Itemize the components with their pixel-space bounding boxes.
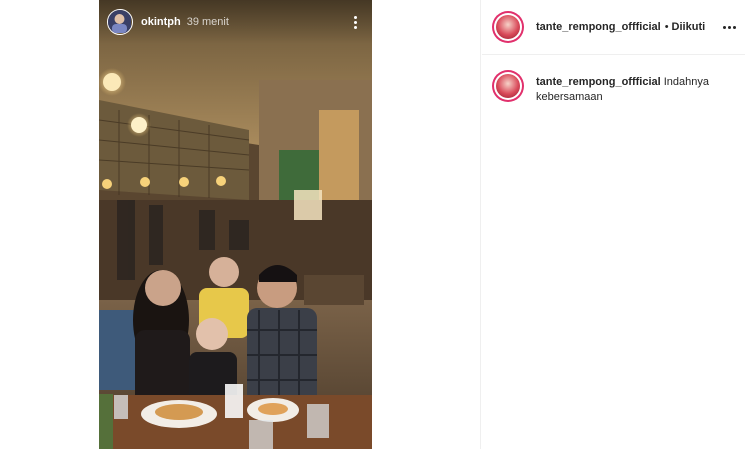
story-avatar-image: [108, 10, 131, 33]
post-author-avatar[interactable]: [492, 11, 524, 43]
dot-icon: [353, 25, 357, 29]
dot-icon: [353, 15, 357, 19]
story-frame[interactable]: okintph 39 menit: [99, 0, 372, 449]
story-username[interactable]: okintph: [141, 16, 181, 28]
dot-icon: [727, 25, 731, 29]
dot-icon: [732, 25, 736, 29]
media-pane: okintph 39 menit: [0, 0, 481, 449]
post-side-panel: tante_rempong_offficial • Diikuti tante_…: [482, 0, 745, 449]
avatar-image: [496, 74, 520, 98]
caption-author-avatar[interactable]: [492, 70, 524, 102]
caption-username[interactable]: tante_rempong_offficial: [536, 76, 661, 88]
avatar-border: [494, 72, 522, 100]
story-photo: [99, 0, 372, 449]
follow-status-button[interactable]: Diikuti: [672, 21, 706, 33]
post-caption: tante_rempong_offficial Indahnya kebersa…: [482, 70, 745, 105]
caption-text-block: tante_rempong_offficial Indahnya kebersa…: [536, 75, 726, 105]
more-horizontal-icon[interactable]: [719, 18, 739, 36]
story-header: okintph 39 menit: [99, 0, 372, 44]
dot-icon: [353, 20, 357, 24]
story-avatar[interactable]: [107, 9, 133, 35]
story-timestamp: 39 menit: [186, 16, 229, 28]
avatar-border: [494, 13, 522, 41]
dot-icon: [722, 25, 726, 29]
more-vertical-icon[interactable]: [346, 13, 364, 31]
separator-dot: •: [664, 21, 669, 33]
post-author-username[interactable]: tante_rempong_offficial: [536, 21, 661, 33]
avatar-image: [496, 15, 520, 39]
post-header: tante_rempong_offficial • Diikuti: [482, 0, 745, 55]
